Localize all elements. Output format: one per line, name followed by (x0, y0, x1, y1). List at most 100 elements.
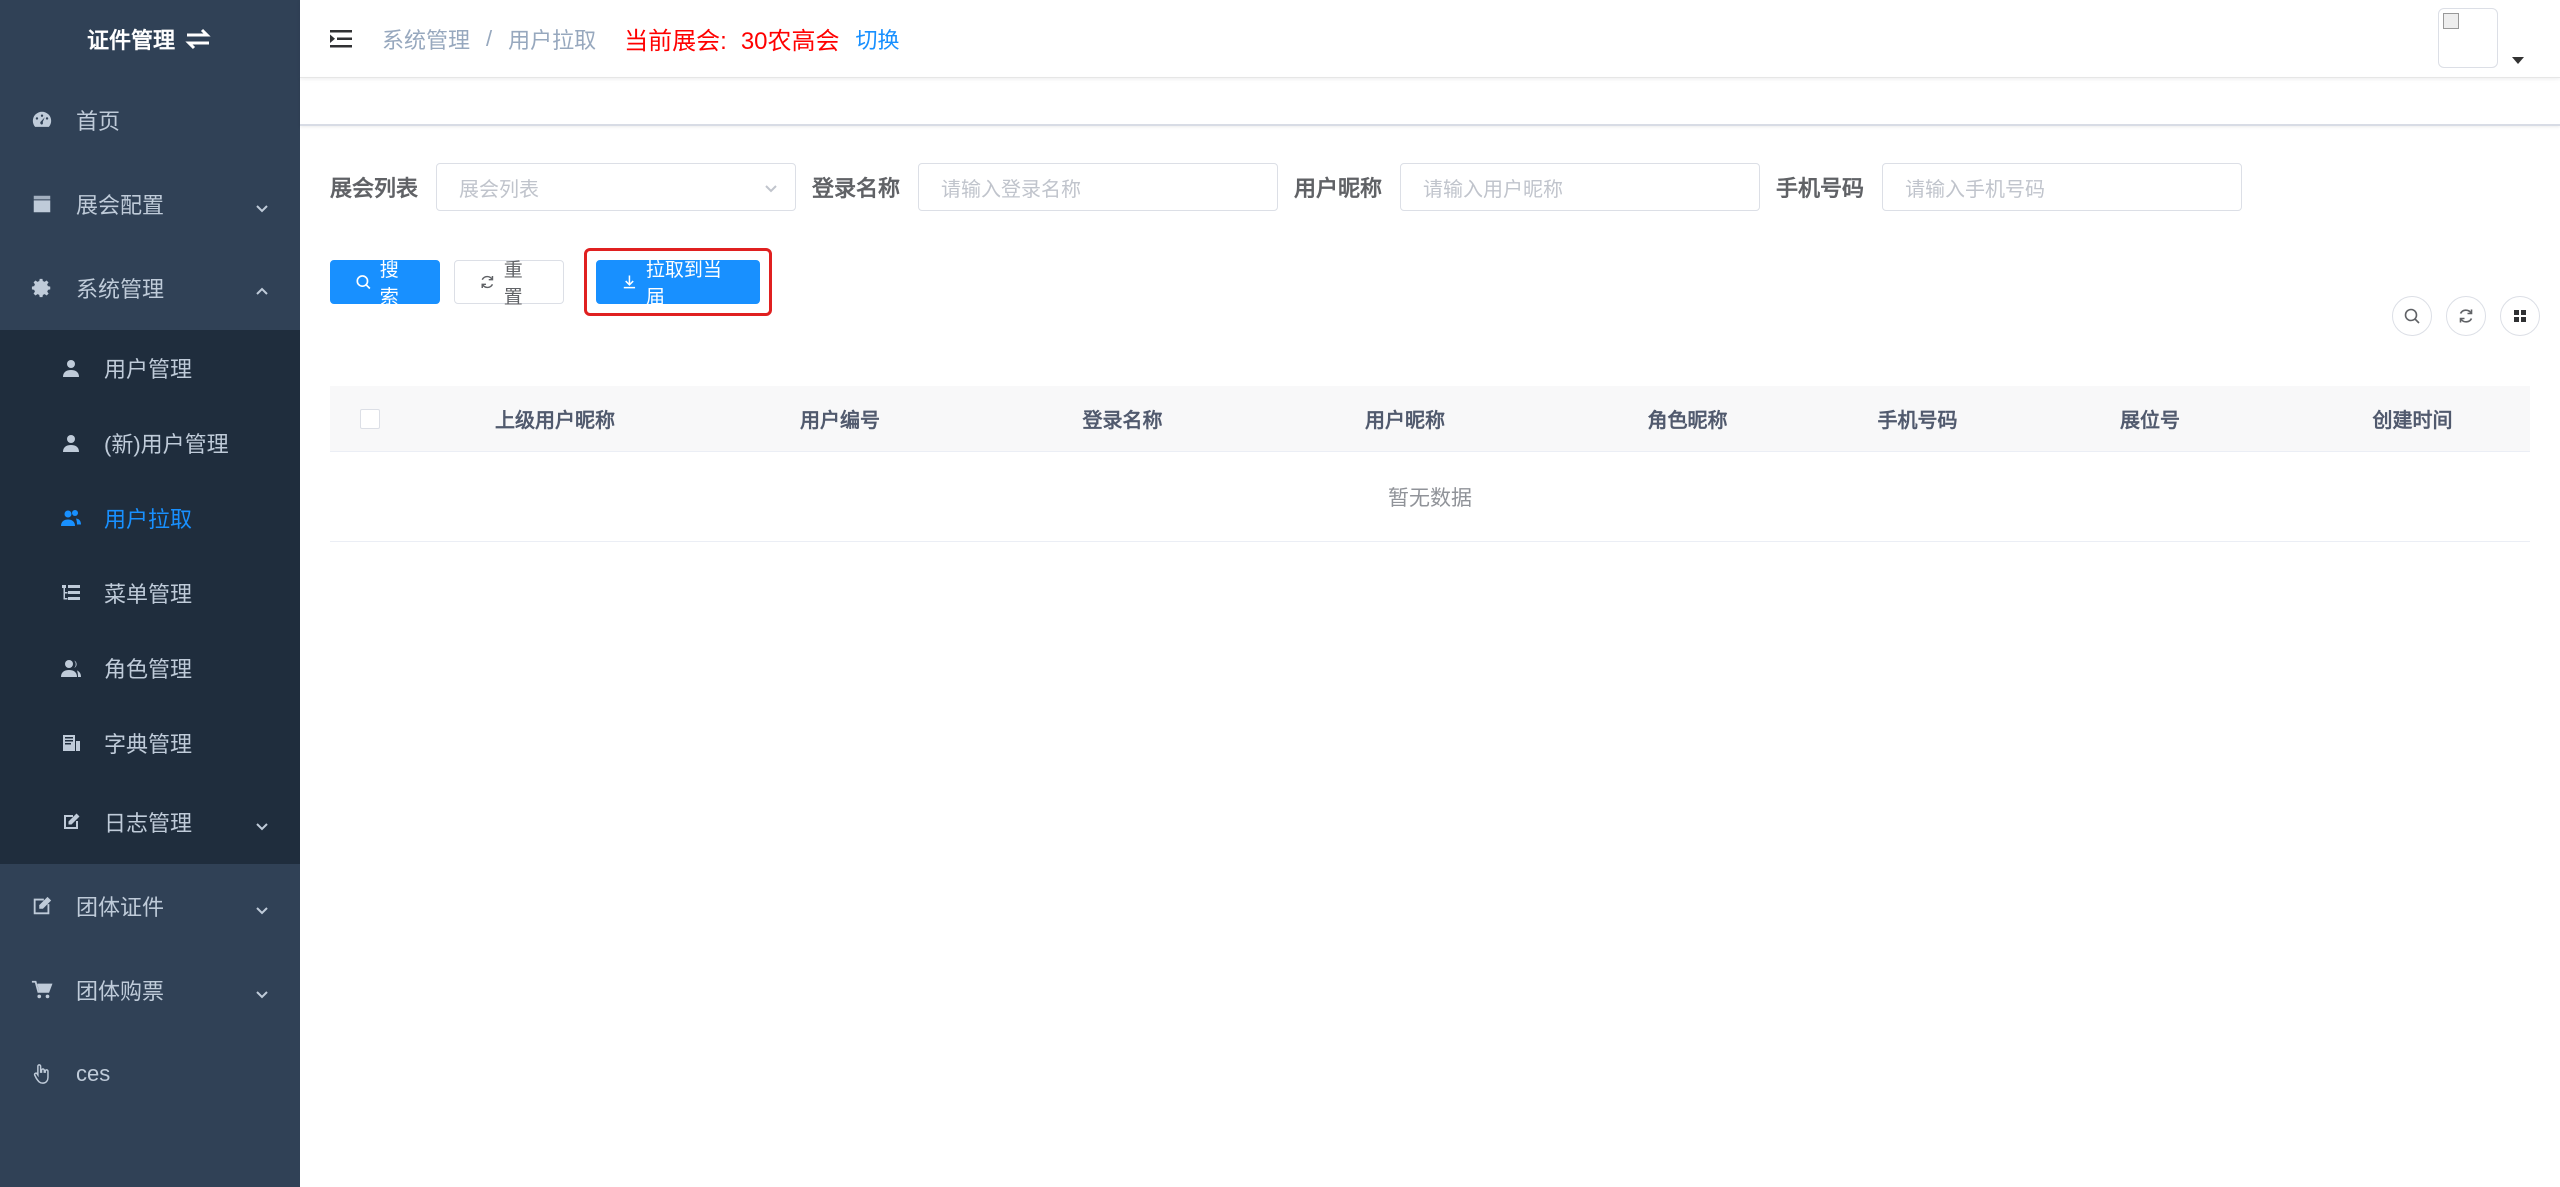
switch-expo-link[interactable]: 切换 (856, 23, 900, 55)
sidebar-item-log-management[interactable]: 日志管理 (0, 780, 300, 864)
edit-icon (30, 894, 54, 918)
column-header[interactable]: 手机号码 (1830, 404, 2005, 433)
sidebar-item-label: 团体证件 (76, 895, 165, 920)
action-buttons: 搜索 重置 拉取到当届 (330, 248, 2530, 316)
phone-placeholder: 请输入手机号码 (1905, 178, 2046, 201)
expo-list-label: 展会列表 (330, 176, 419, 201)
empty-text: 暂无数据 (1388, 486, 1472, 510)
refresh-table-button[interactable] (2446, 296, 2486, 336)
broken-image-icon (2443, 13, 2459, 29)
breadcrumb: 系统管理 / 用户拉取 (382, 23, 596, 55)
avatar[interactable] (2438, 8, 2498, 68)
sidebar-item-role-management[interactable]: 角色管理 (0, 630, 300, 705)
sidebar-item-label: 展会配置 (76, 193, 165, 218)
column-header[interactable]: 上级用户昵称 (410, 404, 700, 433)
user-icon (60, 357, 82, 379)
search-icon (2404, 308, 2420, 324)
reset-button[interactable]: 重置 (454, 260, 564, 308)
clapperboard-icon (30, 192, 54, 216)
column-header[interactable]: 展位号 (2005, 404, 2295, 433)
column-header[interactable]: 登录名称 (980, 404, 1265, 433)
tree-table-icon (60, 582, 82, 604)
sidebar-item-system[interactable]: 系统管理 (0, 246, 300, 330)
chevron-up-icon (254, 280, 270, 296)
pull-button-label: 拉取到当届 (645, 260, 722, 308)
users-icon (60, 507, 82, 529)
tags-view-bar (300, 78, 2560, 126)
users-table: 上级用户昵称 用户编号 登录名称 用户昵称 角色昵称 手机号码 展位号 创建时间… (330, 386, 2530, 542)
page-content: 展会列表 展会列表 登录名称 请输入登录名称 用户昵称 请输入用户昵称 手机号码… (300, 126, 2560, 316)
gear-icon (30, 276, 54, 300)
breadcrumb-item[interactable]: 系统管理 (382, 23, 470, 55)
sidebar-item-label: 用户拉取 (104, 506, 193, 532)
select-all-cell (330, 408, 410, 429)
sidebar-item-label: (新)用户管理 (104, 431, 229, 457)
phone-label: 手机号码 (1776, 176, 1865, 201)
column-header[interactable]: 用户昵称 (1265, 404, 1545, 433)
user-dropdown[interactable] (2438, 8, 2524, 68)
sidebar-item-dict-management[interactable]: 字典管理 (0, 705, 300, 780)
toggle-search-button[interactable] (2392, 296, 2432, 336)
column-header[interactable]: 创建时间 (2295, 404, 2530, 433)
logo-text: 证件管理 (86, 28, 175, 53)
caret-down-icon (2512, 57, 2524, 64)
sidebar-item-user-management[interactable]: 用户管理 (0, 330, 300, 405)
login-name-placeholder: 请输入登录名称 (941, 178, 1082, 201)
expo-list-placeholder: 展会列表 (459, 178, 540, 201)
current-expo-label: 当前展会: (624, 28, 727, 55)
sidebar-item-label: 字典管理 (104, 731, 193, 757)
hamburger-menu-icon[interactable] (326, 24, 356, 54)
sidebar-item-new-user-management[interactable]: (新)用户管理 (0, 405, 300, 480)
table-toolbar (2392, 296, 2540, 336)
column-header[interactable]: 角色昵称 (1545, 404, 1830, 433)
nickname-label: 用户昵称 (1294, 176, 1383, 201)
sidebar: 证件管理 首页 展会配置 系统管理 用户管理 (新)用户管理 用户拉取 菜单管理… (0, 0, 300, 1187)
sidebar-item-label: ces (76, 1061, 111, 1086)
edit-log-icon (60, 811, 82, 833)
search-icon (356, 275, 371, 290)
sidebar-logo[interactable]: 证件管理 (0, 0, 300, 78)
pull-to-current-button[interactable]: 拉取到当届 (596, 260, 760, 308)
search-button[interactable]: 搜索 (330, 260, 440, 308)
sidebar-item-group-certificate[interactable]: 团体证件 (0, 864, 300, 948)
search-form: 展会列表 展会列表 登录名称 请输入登录名称 用户昵称 请输入用户昵称 手机号码… (330, 162, 2530, 212)
sidebar-item-label: 菜单管理 (104, 581, 193, 607)
sidebar-item-label: 角色管理 (104, 656, 193, 682)
app-root: 证件管理 首页 展会配置 系统管理 用户管理 (新)用户管理 用户拉取 菜单管理… (0, 0, 2560, 1187)
chevron-down-icon (254, 196, 270, 213)
peoples-icon (60, 657, 82, 679)
empty-state: 暂无数据 (330, 452, 2530, 542)
sidebar-item-label: 用户管理 (104, 356, 193, 382)
shopping-cart-icon (30, 978, 54, 1002)
select-all-checkbox[interactable] (360, 408, 380, 429)
sidebar-item-home[interactable]: 首页 (0, 78, 300, 162)
column-header[interactable]: 用户编号 (700, 404, 980, 433)
refresh-icon (2459, 309, 2473, 323)
phone-input[interactable]: 请输入手机号码 (1882, 163, 2243, 211)
switch-arrows-icon (185, 28, 211, 50)
search-button-label: 搜索 (379, 260, 399, 308)
sidebar-item-expo-config[interactable]: 展会配置 (0, 162, 300, 246)
login-name-label: 登录名称 (812, 176, 901, 201)
sidebar-item-ces[interactable]: ces (0, 1032, 300, 1116)
expo-list-select[interactable]: 展会列表 (436, 163, 797, 211)
main-area: 系统管理 / 用户拉取 当前展会: 30农高会 切换 展会列表 展会列表 登录名… (300, 0, 2560, 1187)
sidebar-item-label: 首页 (76, 109, 121, 134)
sidebar-item-user-pull[interactable]: 用户拉取 (0, 480, 300, 555)
navbar: 系统管理 / 用户拉取 当前展会: 30农高会 切换 (300, 0, 2560, 78)
chevron-down-icon (254, 982, 270, 999)
dashboard-icon (30, 108, 54, 132)
table-header: 上级用户昵称 用户编号 登录名称 用户昵称 角色昵称 手机号码 展位号 创建时间 (330, 386, 2530, 452)
login-name-input[interactable]: 请输入登录名称 (918, 163, 1279, 211)
user-icon (60, 432, 82, 454)
system-submenu: 用户管理 (新)用户管理 用户拉取 菜单管理 角色管理 字典管理 日志管理 (0, 330, 300, 864)
sidebar-item-group-ticket[interactable]: 团体购票 (0, 948, 300, 1032)
nickname-input[interactable]: 请输入用户昵称 (1400, 163, 1761, 211)
grid-icon (2514, 310, 2526, 322)
dictionary-icon (60, 732, 82, 754)
sidebar-item-label: 团体购票 (76, 979, 165, 1004)
current-expo-name: 30农高会 (740, 28, 840, 55)
hand-pointer-icon (30, 1062, 54, 1086)
sidebar-item-menu-management[interactable]: 菜单管理 (0, 555, 300, 630)
column-settings-button[interactable] (2500, 296, 2540, 336)
